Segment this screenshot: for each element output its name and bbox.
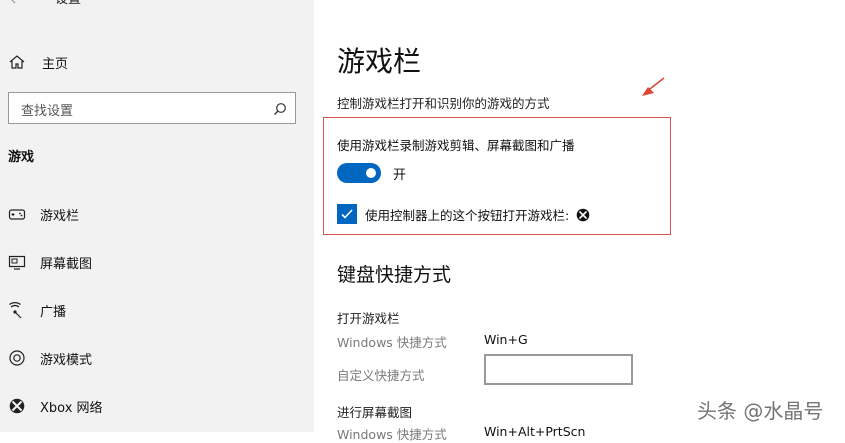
custom-shortcut-input[interactable] <box>484 354 633 385</box>
record-setting-label: 使用游戏栏录制游戏剪辑、屏幕截图和广播 <box>337 138 575 153</box>
sidebar-item-label: 屏幕截图 <box>40 256 93 272</box>
search-icon[interactable] <box>273 101 287 115</box>
search-placeholder: 查找设置 <box>21 104 74 119</box>
broadcast-icon <box>8 301 26 319</box>
title-bar: 设置 <box>0 0 314 20</box>
sidebar-item-xbox[interactable]: Xbox 网络 <box>8 395 103 417</box>
page-description: 控制游戏栏打开和识别你的游戏的方式 <box>337 96 550 111</box>
section-label: 游戏 <box>8 150 35 165</box>
toggle-knob <box>366 168 376 178</box>
sidebar-item-label: 游戏栏 <box>40 208 80 224</box>
sidebar-item-gamebar[interactable]: 游戏栏 <box>8 203 79 225</box>
main-content: 游戏栏 控制游戏栏打开和识别你的游戏的方式 使用游戏栏录制游戏剪辑、屏幕截图和广… <box>314 0 845 442</box>
controller-button-checkbox[interactable] <box>337 204 357 224</box>
sidebar-item-label: Xbox 网络 <box>40 400 103 416</box>
sidebar-item-home[interactable]: 主页 <box>8 51 68 73</box>
watermark: 头条 @水晶号 <box>697 399 824 423</box>
sidebar-item-gamemode[interactable]: 游戏模式 <box>8 347 92 369</box>
annotation-arrow-icon <box>642 77 665 96</box>
windows-shortcut-label: Windows 快捷方式 <box>337 427 447 442</box>
windows-shortcut-label: Windows 快捷方式 <box>337 335 447 350</box>
sidebar-item-broadcast[interactable]: 广播 <box>8 299 66 321</box>
windows-shortcut-value: Win+G <box>484 332 528 347</box>
back-arrow-icon[interactable] <box>8 0 28 10</box>
xbox-icon <box>8 397 26 415</box>
checkbox-label: 使用控制器上的这个按钮打开游戏栏: <box>365 205 590 224</box>
sidebar-item-label: 主页 <box>42 56 69 72</box>
custom-shortcut-label: 自定义快捷方式 <box>337 368 425 383</box>
gamebar-icon <box>8 205 26 223</box>
sidebar: 设置 主页 查找设置 游戏 游戏栏 屏幕截图 广播 游戏模 <box>0 0 314 432</box>
app-title: 设置 <box>55 0 81 10</box>
open-gamebar-title: 打开游戏栏 <box>337 311 400 326</box>
screenshot-shortcut-title: 进行屏幕截图 <box>337 405 413 420</box>
page-title: 游戏栏 <box>337 45 422 78</box>
record-toggle[interactable] <box>337 163 381 183</box>
checkbox-label-text: 使用控制器上的这个按钮打开游戏栏: <box>365 208 570 223</box>
home-icon <box>8 53 26 71</box>
search-input[interactable]: 查找设置 <box>8 92 296 124</box>
sidebar-item-label: 广播 <box>40 304 67 320</box>
sidebar-item-label: 游戏模式 <box>40 352 93 368</box>
toggle-state-label: 开 <box>393 168 407 183</box>
screenshot-icon <box>8 253 26 271</box>
gamemode-icon <box>8 349 26 367</box>
sidebar-item-screenshot[interactable]: 屏幕截图 <box>8 251 92 273</box>
xbox-logo-icon <box>576 208 590 222</box>
keyboard-shortcuts-title: 键盘快捷方式 <box>337 264 452 286</box>
